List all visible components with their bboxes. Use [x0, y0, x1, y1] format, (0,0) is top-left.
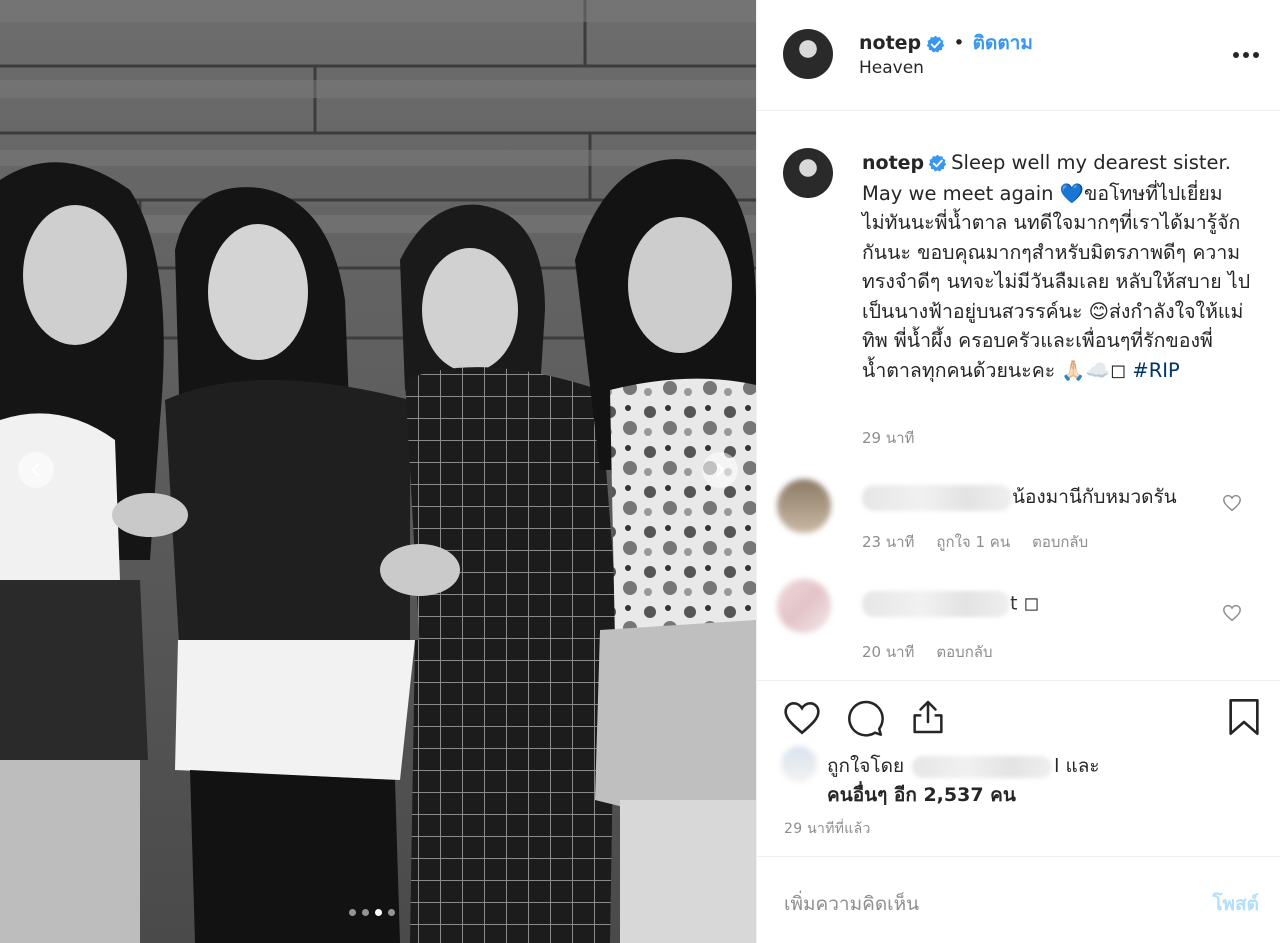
post-details-panel: notep • ติดตาม Heaven notep Sleep well m… — [756, 0, 1280, 943]
author-avatar[interactable] — [783, 29, 833, 79]
verified-badge-icon — [928, 154, 947, 172]
comment-text: t ◻ — [1010, 592, 1040, 615]
comment-like-heart-icon[interactable] — [1222, 604, 1242, 622]
add-comment-bar: เพิ่มความคิดเห็น โพสต์ — [757, 856, 1280, 943]
reply-button[interactable]: ตอบกลับ — [1032, 533, 1088, 551]
post-location[interactable]: Heaven — [859, 58, 924, 78]
commenter-avatar[interactable] — [777, 479, 831, 533]
carousel-dot — [349, 909, 356, 916]
comment-bubble-icon[interactable] — [845, 698, 885, 738]
comment-time[interactable]: 23 นาที — [862, 533, 914, 551]
caption-avatar[interactable] — [783, 148, 833, 198]
carousel-dot — [362, 909, 369, 916]
carousel-dot — [375, 909, 382, 916]
caption-username[interactable]: notep — [862, 152, 924, 174]
carousel-dot — [388, 909, 395, 916]
caption-text: Sleep well my dearest sister. May we mee… — [862, 151, 1251, 382]
chevron-left-icon — [31, 463, 40, 477]
comment-likes[interactable]: ถูกใจ 1 คน — [936, 533, 1010, 551]
caption-box-glyph: ◻ — [1110, 358, 1127, 382]
carousel-prev-button[interactable] — [18, 452, 54, 488]
like-heart-icon[interactable] — [782, 700, 822, 736]
comment-text: น้องมานีกับหมวดรัน — [1012, 486, 1177, 508]
liked-by-suffix: l และ — [1054, 755, 1100, 777]
others-likes-link[interactable]: คนอื่นๆ อีก 2,537 คน — [827, 784, 1016, 806]
carousel-indicator — [349, 909, 395, 916]
post-comment-button[interactable]: โพสต์ — [1212, 889, 1259, 919]
commenter-username[interactable] — [862, 484, 1012, 511]
post-header: notep • ติดตาม Heaven — [757, 0, 1280, 111]
caption-time[interactable]: 29 นาที — [862, 426, 914, 450]
photo-image — [0, 0, 756, 943]
more-icon — [1233, 52, 1259, 58]
posted-time[interactable]: 29 นาทีที่แล้ว — [784, 818, 871, 840]
hashtag-link[interactable]: #RIP — [1132, 359, 1179, 382]
commenter-username[interactable] — [862, 591, 1010, 617]
bookmark-icon[interactable] — [1227, 697, 1261, 737]
header-separator: • — [953, 32, 965, 54]
post-photo[interactable] — [0, 0, 756, 943]
likes-summary: ถูกใจโดย l และ คนอื่นๆ อีก 2,537 คน — [827, 752, 1100, 810]
add-comment-input[interactable]: เพิ่มความคิดเห็น — [784, 889, 919, 919]
chevron-right-icon — [716, 463, 725, 477]
liker-avatar[interactable] — [781, 746, 817, 782]
comment-meta: 20 นาที ตอบกลับ — [862, 640, 1015, 664]
comment-time[interactable]: 20 นาที — [862, 643, 914, 661]
comment-meta: 23 นาที ถูกใจ 1 คน ตอบกลับ — [862, 530, 1110, 554]
comment-row: น้องมานีกับหมวดรัน — [862, 482, 1177, 512]
follow-button[interactable]: ติดตาม — [973, 32, 1033, 54]
verified-badge-icon — [927, 35, 945, 53]
carousel-next-button[interactable] — [702, 452, 738, 488]
liker-username[interactable] — [912, 755, 1053, 778]
reply-button[interactable]: ตอบกลับ — [936, 643, 992, 661]
commenter-avatar[interactable] — [777, 579, 831, 633]
comment-row: t ◻ — [862, 591, 1039, 617]
share-icon[interactable] — [908, 697, 948, 737]
comment-like-heart-icon[interactable] — [1222, 494, 1242, 512]
liked-by-prefix: ถูกใจโดย — [827, 755, 905, 777]
author-username[interactable]: notep — [859, 32, 921, 54]
more-options-button[interactable] — [1232, 44, 1262, 64]
post-caption: notep Sleep well my dearest sister. May … — [862, 148, 1254, 385]
